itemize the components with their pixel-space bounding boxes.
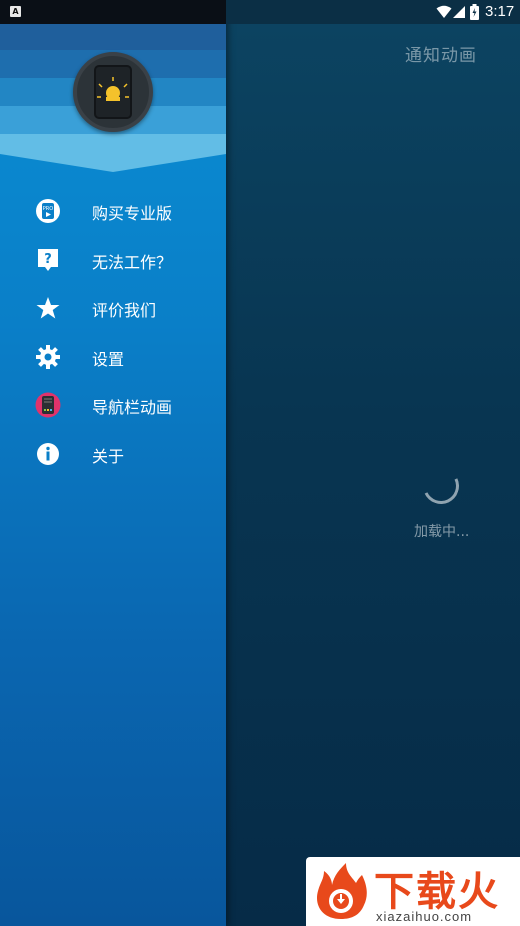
star-icon <box>36 297 60 319</box>
wifi-icon <box>436 5 452 18</box>
signal-icon <box>453 6 465 18</box>
watermark-domain: xiazaihuo.com <box>376 909 473 924</box>
pro-badge-icon: PRO <box>36 199 60 223</box>
watermark: 下载火 xiazaihuo.com <box>306 857 520 926</box>
menu-label: 关于 <box>92 446 125 466</box>
a-icon: A <box>10 6 21 17</box>
clock: 3:17 <box>485 3 515 20</box>
menu-item-rate-us[interactable]: 评价我们 <box>0 283 226 332</box>
menu-label: 评价我们 <box>92 301 157 321</box>
info-icon <box>37 442 59 465</box>
menu-item-not-working[interactable]: ? 无法工作？ <box>0 235 226 284</box>
menu-label: 导航栏动画 <box>92 398 173 418</box>
app-title: 通知动画 <box>405 46 477 66</box>
menu-item-buy-pro[interactable]: PRO 购买专业版 <box>0 186 226 235</box>
menu-label: 设置 <box>92 349 125 369</box>
bell-phone-app-icon <box>73 52 153 132</box>
navbar-app-icon <box>35 392 61 418</box>
drawer-menu: PRO 购买专业版 ? 无法工作？ 评价我们 设置 导航栏动画 关于 <box>0 186 226 478</box>
navigation-drawer: PRO 购买专业版 ? 无法工作？ 评价我们 设置 导航栏动画 关于 <box>0 0 226 926</box>
loading-text: 加载中... <box>414 524 470 540</box>
loading-spinner <box>417 462 465 510</box>
menu-label: 无法工作？ <box>92 252 173 272</box>
svg-text:?: ? <box>44 252 52 267</box>
menu-item-about[interactable]: 关于 <box>0 429 226 478</box>
flame-logo-icon <box>316 863 367 919</box>
battery-icon <box>470 4 479 20</box>
status-bar: A 3:17 <box>0 0 520 24</box>
menu-item-settings[interactable]: 设置 <box>0 332 226 381</box>
help-icon: ? <box>38 248 58 271</box>
gear-icon <box>36 344 60 369</box>
svg-text:PRO: PRO <box>43 206 53 212</box>
menu-label: 购买专业版 <box>92 204 173 223</box>
menu-item-navbar-animation[interactable]: 导航栏动画 <box>0 380 226 429</box>
